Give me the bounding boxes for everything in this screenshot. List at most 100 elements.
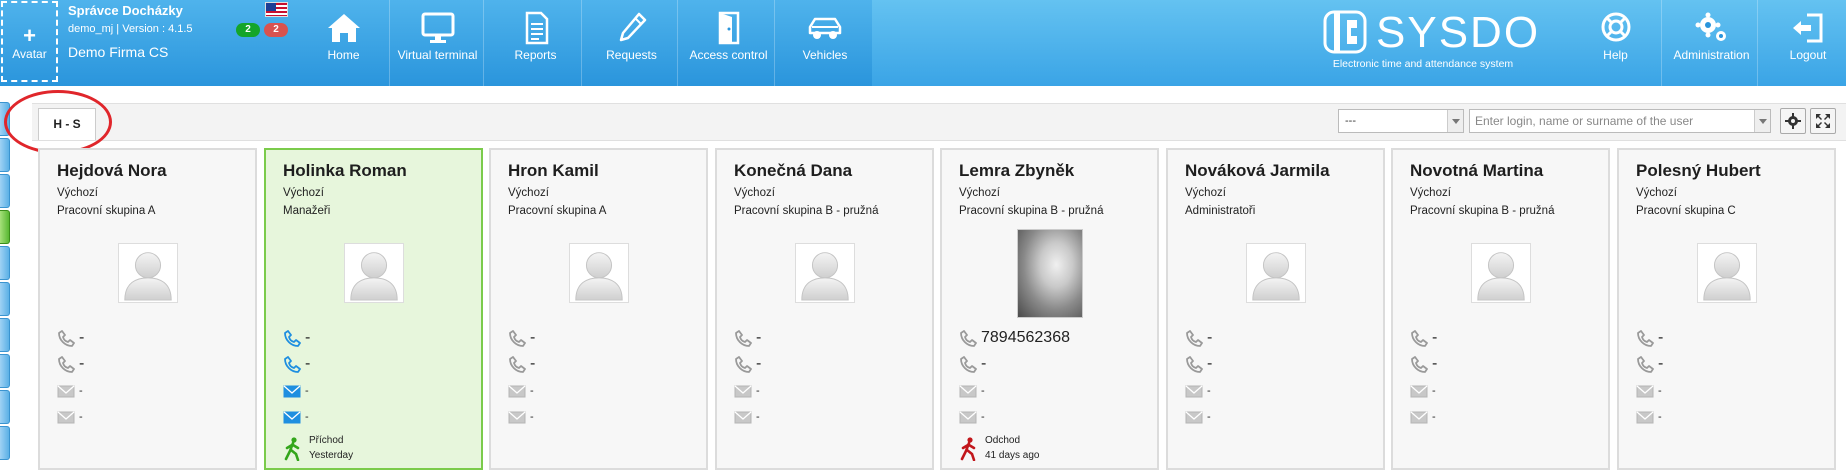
employee-name: Novotná Martina	[1410, 161, 1544, 180]
nav-home[interactable]: Home	[298, 0, 390, 86]
nav-virtual-terminal[interactable]: Virtual terminal	[392, 0, 484, 86]
employee-group: Pracovní skupina A	[57, 205, 156, 217]
employee-photo	[1246, 243, 1306, 303]
avatar-upload-button[interactable]: + Avatar	[1, 1, 58, 82]
email-value: -	[305, 411, 309, 423]
monitor-icon	[421, 12, 454, 43]
status-label: Odchod	[985, 435, 1021, 446]
phone-value: -	[1207, 329, 1213, 346]
default-avatar-icon	[350, 252, 398, 301]
nav-help-label: Help	[1603, 48, 1628, 62]
email-value: -	[79, 411, 83, 423]
notification-badge-red[interactable]: 2	[264, 23, 288, 37]
default-avatar-icon	[1477, 252, 1525, 301]
default-avatar-icon	[1252, 252, 1300, 301]
envelope-icon	[57, 411, 75, 424]
employee-card[interactable]: Konečná Dana Výchozí Pracovní skupina B …	[715, 148, 934, 470]
email-value: -	[1658, 411, 1662, 423]
phone-icon	[1637, 330, 1654, 347]
employee-photo	[569, 243, 629, 303]
sidebar-button-4[interactable]	[0, 210, 10, 244]
sidebar-button-9[interactable]	[0, 390, 10, 424]
sysdo-logo-icon	[1323, 10, 1367, 54]
phone-value: -	[1658, 355, 1664, 372]
sidebar-button-8[interactable]	[0, 354, 10, 388]
phone-icon	[1637, 356, 1654, 373]
employee-card[interactable]: Hron Kamil Výchozí Pracovní skupina A - …	[489, 148, 708, 470]
employee-card[interactable]: Novotná Martina Výchozí Pracovní skupina…	[1391, 148, 1610, 470]
employee-card[interactable]: Lemra Zbyněk Výchozí Pracovní skupina B …	[940, 148, 1159, 470]
door-icon	[718, 11, 739, 45]
phone-icon	[960, 356, 977, 373]
phone-icon	[509, 330, 526, 347]
envelope-icon	[734, 385, 752, 398]
sysdo-logo: SYSDO Electronic time and attendance sys…	[1318, 8, 1538, 76]
email-value: -	[756, 385, 760, 397]
logo-subtitle: Electronic time and attendance system	[1332, 58, 1514, 70]
default-avatar-icon	[801, 252, 849, 301]
sidebar-button-3[interactable]	[0, 174, 10, 208]
sidebar-button-2[interactable]	[0, 138, 10, 172]
sidebar-button-5[interactable]	[0, 246, 10, 280]
employee-card[interactable]: Hejdová Nora Výchozí Pracovní skupina A …	[38, 148, 257, 470]
employee-default-label: Výchozí	[1410, 187, 1451, 199]
nav-help[interactable]: Help	[1570, 0, 1662, 86]
nav-vehicles[interactable]: Vehicles	[779, 0, 871, 86]
settings-button[interactable]	[1780, 108, 1806, 134]
phone-value: -	[1432, 329, 1438, 346]
logo-text: SYSDO	[1376, 8, 1541, 57]
us-flag-icon[interactable]	[265, 2, 288, 17]
sidebar-button-10[interactable]	[0, 426, 10, 460]
email-value: -	[305, 385, 309, 397]
nav-requests[interactable]: Requests	[586, 0, 678, 86]
email-value: -	[1432, 385, 1436, 397]
nav-access-control[interactable]: Access control	[683, 0, 775, 86]
phone-value: -	[79, 355, 85, 372]
nav-logout[interactable]: Logout	[1762, 0, 1846, 86]
employee-card[interactable]: Polesný Hubert Výchozí Pracovní skupina …	[1617, 148, 1836, 470]
phone-icon	[1186, 330, 1203, 347]
sidebar-button-6[interactable]	[0, 282, 10, 316]
phone-value: -	[305, 355, 311, 372]
user-search-box[interactable]	[1469, 109, 1771, 133]
email-value: -	[1658, 385, 1662, 397]
user-version: demo_mj | Version : 4.1.5	[68, 23, 193, 35]
expand-icon	[1816, 114, 1830, 128]
employee-group: Pracovní skupina B - pružná	[734, 205, 879, 217]
employee-photo	[1697, 243, 1757, 303]
phone-icon	[735, 356, 752, 373]
employee-default-label: Výchozí	[959, 187, 1000, 199]
user-search-input[interactable]	[1470, 110, 1753, 132]
employee-name: Polesný Hubert	[1636, 161, 1761, 180]
group-select[interactable]: ---	[1338, 109, 1464, 133]
default-avatar-icon	[124, 252, 172, 301]
fullscreen-button[interactable]	[1810, 108, 1836, 134]
phone-icon	[509, 356, 526, 373]
document-icon	[525, 11, 548, 45]
chevron-down-icon[interactable]	[1754, 110, 1770, 132]
nav-reports[interactable]: Reports	[490, 0, 582, 86]
phone-icon	[58, 330, 75, 347]
top-header: + Avatar Správce Docházky demo_mj | Vers…	[0, 0, 1846, 86]
gears-icon	[1695, 12, 1726, 41]
email-value: -	[530, 385, 534, 397]
envelope-icon	[1636, 385, 1654, 398]
employee-name: Lemra Zbyněk	[959, 161, 1075, 180]
nav-requests-label: Requests	[606, 48, 657, 62]
employee-card[interactable]: Holinka Roman Výchozí Manažeři - - - - P…	[264, 148, 483, 470]
status-label: Příchod	[309, 435, 344, 446]
car-icon	[808, 17, 842, 39]
user-name: Správce Docházky	[68, 3, 183, 18]
employee-card[interactable]: Nováková Jarmila Výchozí Administratoři …	[1166, 148, 1385, 470]
envelope-icon	[1185, 385, 1203, 398]
employee-photo	[1017, 229, 1083, 318]
logout-icon	[1793, 13, 1823, 43]
sidebar-button-7[interactable]	[0, 318, 10, 352]
pencil-icon	[619, 12, 646, 42]
phone-icon	[58, 356, 75, 373]
phone-value: -	[530, 329, 536, 346]
email-value: -	[530, 411, 534, 423]
notification-badge-green[interactable]: 2	[236, 23, 260, 37]
employee-photo	[1471, 243, 1531, 303]
nav-administration[interactable]: Administration	[1666, 0, 1758, 86]
